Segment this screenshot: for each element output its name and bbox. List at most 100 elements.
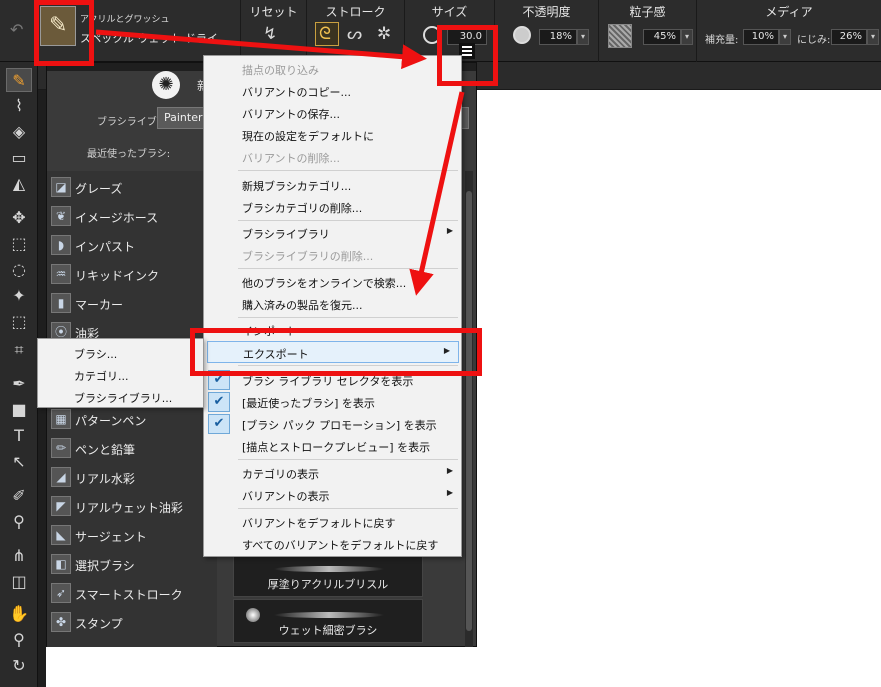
magnifier-icon[interactable]: ⚲ [6, 628, 32, 652]
stamp-icon: ✤ [51, 612, 71, 632]
menu-item-label: 描点の取り込み [242, 64, 319, 77]
grain-input[interactable]: 45% [643, 29, 681, 45]
pen-tool-icon[interactable]: ✒ [6, 372, 32, 396]
sargent-icon: ◣ [51, 525, 71, 545]
category-item[interactable]: ▦ パターンペン [47, 405, 217, 434]
category-label: リアル水彩 [75, 472, 135, 486]
paper-texture-icon[interactable] [608, 24, 632, 48]
real-wet-oil-icon: ◤ [51, 496, 71, 516]
category-item[interactable]: ✤ スタンプ [47, 608, 217, 637]
category-item[interactable]: ✏ ペンと鉛筆 [47, 434, 217, 463]
opacity-label: 不透明度 [522, 5, 571, 19]
bleed-label: にじみ: [797, 35, 831, 46]
scrollbar-thumb[interactable] [466, 191, 472, 631]
menu-item-delete-category[interactable]: ブラシカテゴリの削除... [204, 196, 461, 218]
freehand-stroke-button[interactable]: ᘓ [315, 22, 339, 46]
menu-separator [238, 508, 458, 509]
submenu-item-brush[interactable]: ブラシ... [38, 342, 203, 363]
menu-item-show-brush-pack-promo[interactable]: ✔ [ブラシ パック プロモーション] を表示 [204, 413, 461, 435]
menu-item-save-variant[interactable]: バリアントの保存... [204, 102, 461, 124]
lasso-icon[interactable]: ◌ [6, 258, 32, 282]
fill-tool-icon[interactable]: ◈ [6, 120, 32, 144]
menu-item-label: バリアントの表示 [242, 490, 330, 503]
mirror-icon[interactable]: ⋔ [6, 544, 32, 568]
crop-icon[interactable]: ⌗ [6, 338, 32, 362]
category-item[interactable]: ❦ イメージホース [47, 202, 217, 231]
variant-item[interactable]: 厚塗りアクリルブリスル [233, 553, 423, 597]
menu-separator [238, 268, 458, 269]
opacity-preview-icon [513, 26, 531, 44]
straight-stroke-icon[interactable]: ᔕ [347, 24, 362, 44]
gradient-tool-icon[interactable]: ▭ [6, 146, 32, 170]
menu-item-label: [描点とストロークプレビュー] を表示 [242, 441, 431, 454]
recent-brushes-label: 最近使ったブラシ: [87, 149, 171, 160]
category-item[interactable]: ➶ スマートストローク [47, 579, 217, 608]
grabber-icon[interactable]: ✋ [6, 602, 32, 626]
resaturation-input[interactable]: 10% [743, 29, 779, 45]
magic-wand-icon[interactable]: ✦ [6, 284, 32, 308]
rect-select-icon[interactable]: ⬚ [6, 232, 32, 256]
resaturation-dropdown-button[interactable]: ▾ [779, 29, 791, 45]
dab-preview [246, 608, 260, 622]
menu-item-variant-view[interactable]: バリアントの表示 ▶ [204, 484, 461, 506]
opacity-input[interactable]: 18% [539, 29, 577, 45]
category-item[interactable]: ◤ リアルウェット油彩 [47, 492, 217, 521]
menu-item-restore-purchases[interactable]: 購入済みの製品を復元... [204, 293, 461, 315]
submenu-item-library[interactable]: ブラシライブラリ... [38, 386, 203, 407]
painter-window: ↶ ✎ アクリルとグワッシュ スペックル ウェット ドライ リセット ↯ ストロ… [0, 0, 881, 687]
bleed-input[interactable]: 26% [831, 29, 867, 45]
opacity-dropdown-button[interactable]: ▾ [577, 29, 589, 45]
bleed-dropdown-button[interactable]: ▾ [867, 29, 879, 45]
menu-item-label: 新規ブラシカテゴリ... [242, 180, 352, 193]
reset-label: リセット [249, 5, 298, 19]
undo-button[interactable]: ↶ [0, 0, 38, 62]
rotate-page-icon[interactable]: ↻ [6, 654, 32, 678]
impasto-icon: ◗ [51, 235, 71, 255]
category-item[interactable]: ◢ リアル水彩 [47, 463, 217, 492]
submenu-item-label: ブラシライブラリ... [74, 392, 173, 405]
selection-adjuster-icon[interactable]: ⬚ [6, 310, 32, 334]
menu-item-label: [最近使ったブラシ] を表示 [242, 397, 375, 410]
category-item[interactable]: ◗ インパスト [47, 231, 217, 260]
resaturation-label: 補充量: [705, 35, 739, 46]
menu-item-new-category[interactable]: 新規ブラシカテゴリ... [204, 174, 461, 196]
stroke-settings-icon[interactable]: ✲ [377, 24, 391, 44]
category-item[interactable]: ◧ 選択ブラシ [47, 550, 217, 579]
category-label: リキッドインク [75, 269, 160, 283]
menu-item-capture-dab: 描点の取り込み [204, 58, 461, 80]
menu-item-show-dab-preview[interactable]: [描点とストロークプレビュー] を表示 [204, 435, 461, 457]
menu-item-set-default[interactable]: 現在の設定をデフォルトに [204, 124, 461, 146]
brush-tool-icon[interactable]: ✎ [6, 68, 32, 92]
category-label: パターンペン [75, 414, 147, 428]
menu-item-category-view[interactable]: カテゴリの表示 ▶ [204, 462, 461, 484]
menu-item-brush-library[interactable]: ブラシライブラリ ▶ [204, 222, 461, 244]
checkmark-icon: ✔ [208, 392, 230, 412]
menu-item-copy-variant[interactable]: バリアントのコピー... [204, 80, 461, 102]
menu-item-reset-all-variants[interactable]: すべてのバリアントをデフォルトに戻す [204, 533, 461, 555]
menu-item-find-online[interactable]: 他のブラシをオンラインで検索... [204, 271, 461, 293]
grain-dropdown-button[interactable]: ▾ [681, 29, 693, 45]
category-item[interactable]: ◪ グレーズ [47, 173, 217, 202]
menu-item-reset-variant[interactable]: バリアントをデフォルトに戻す [204, 511, 461, 533]
layer-adjuster-icon[interactable]: ✥ [6, 206, 32, 230]
panel-scrollbar[interactable] [465, 171, 473, 647]
text-tool-icon[interactable]: T [6, 424, 32, 448]
category-item[interactable]: ◣ サージェント [47, 521, 217, 550]
menu-item-show-recent-brushes[interactable]: ✔ [最近使ったブラシ] を表示 [204, 391, 461, 413]
submenu-item-category[interactable]: カテゴリ... [38, 364, 203, 385]
category-item[interactable]: ♒ リキッドインク [47, 260, 217, 289]
cloner-icon[interactable]: ✐ [6, 484, 32, 508]
reset-tool-icon[interactable]: ↯ [263, 24, 277, 44]
variant-item[interactable]: ウェット細密ブラシ [233, 599, 423, 643]
category-label: スタンプ [75, 617, 123, 631]
shape-tool-icon[interactable]: ■ [6, 398, 32, 422]
rubber-stamp-icon[interactable]: ⚲ [6, 510, 32, 534]
category-label: リアルウェット油彩 [75, 501, 183, 515]
transform-icon[interactable]: ◫ [6, 570, 32, 594]
category-item[interactable]: ▮ マーカー [47, 289, 217, 318]
dropper-tool-icon[interactable]: ⌇ [6, 94, 32, 118]
category-label: 選択ブラシ [75, 559, 135, 573]
menu-item-label: 購入済みの製品を復元... [242, 299, 363, 312]
eraser-tool-icon[interactable]: ◭ [6, 172, 32, 196]
shape-selection-icon[interactable]: ↖ [6, 450, 32, 474]
